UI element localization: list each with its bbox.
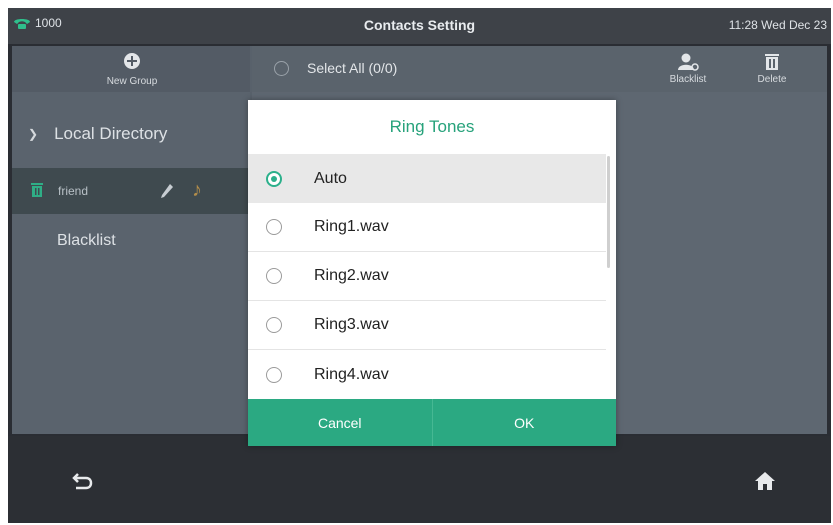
edit-icon[interactable] (160, 183, 174, 202)
screen-title: Contacts Setting (363, 17, 476, 33)
ringtone-label: Ring1.wav (314, 218, 389, 235)
group-sidebar: New Group ❯ Local Directory friend ♪ Bla… (12, 46, 250, 434)
delete-label: Delete (757, 74, 787, 85)
new-group-button[interactable]: New Group (82, 52, 182, 87)
list-toolbar: Select All (0/0) Blacklist Delete (252, 46, 827, 92)
ringtone-label: Ring3.wav (314, 316, 389, 333)
select-all-checkbox[interactable]: Select All (0/0) (274, 60, 397, 76)
radio-icon[interactable] (266, 219, 282, 235)
status-bar: 1000 Contacts Setting 11:28 Wed Dec 23 (8, 8, 831, 44)
select-all-label: Select All (0/0) (307, 60, 398, 76)
back-button[interactable] (72, 471, 94, 496)
home-icon (755, 472, 775, 490)
blacklist-button[interactable]: Blacklist (658, 52, 718, 85)
ringtone-label: Ring2.wav (314, 267, 389, 284)
ring-tones-dialog: Ring Tones Auto Ring1.wav Ring2.wav Ring… (248, 100, 616, 446)
back-arrow-icon (72, 473, 93, 490)
ringtone-list: Auto Ring1.wav Ring2.wav Ring3.wav Ring4… (248, 154, 616, 399)
trash-icon (765, 54, 779, 70)
music-note-icon[interactable]: ♪ (192, 179, 202, 202)
radio-icon[interactable] (266, 366, 282, 383)
sidebar-item-blacklist[interactable]: Blacklist (57, 232, 116, 250)
ringtone-option[interactable]: Ring4.wav (248, 350, 606, 399)
dialog-button-bar: Cancel OK (248, 399, 616, 446)
new-group-label: New Group (106, 76, 158, 87)
select-all-radio[interactable] (274, 60, 289, 76)
plus-circle-icon (82, 52, 182, 73)
chevron-down-icon: ❯ (28, 127, 39, 141)
user-block-icon (678, 53, 699, 71)
list-scrollbar[interactable] (607, 156, 610, 268)
sidebar-toolbar: New Group (12, 46, 250, 92)
ringtone-option[interactable]: Ring2.wav (248, 252, 606, 301)
dialog-title: Ring Tones (389, 117, 475, 136)
sidebar-item-label: Blacklist (57, 232, 116, 249)
clock: 11:28 Wed Dec 23 (728, 18, 827, 32)
sidebar-item-friend[interactable]: friend ♪ (12, 168, 250, 214)
sidebar-item-label: friend (58, 184, 89, 198)
sidebar-item-label: Local Directory (54, 124, 168, 143)
ringtone-option[interactable]: Auto (248, 154, 606, 203)
radio-selected-icon[interactable] (266, 170, 282, 187)
radio-icon[interactable] (266, 317, 282, 333)
cancel-button[interactable]: Cancel (248, 399, 432, 446)
sidebar-item-local-directory[interactable]: ❯ Local Directory (12, 110, 250, 158)
trash-icon[interactable] (30, 182, 44, 201)
radio-icon[interactable] (266, 268, 282, 284)
phone-screen: 1000 Contacts Setting 11:28 Wed Dec 23 N… (8, 8, 831, 523)
home-button[interactable] (754, 471, 776, 496)
ringtone-label: Auto (314, 169, 347, 187)
blacklist-label: Blacklist (669, 74, 707, 85)
navigation-bar (8, 436, 831, 523)
ok-button[interactable]: OK (431, 399, 617, 446)
ringtone-option[interactable]: Ring3.wav (248, 301, 606, 350)
delete-button[interactable]: Delete (742, 52, 802, 85)
ringtone-option[interactable]: Ring1.wav (248, 203, 606, 252)
ringtone-label: Ring4.wav (314, 365, 389, 383)
